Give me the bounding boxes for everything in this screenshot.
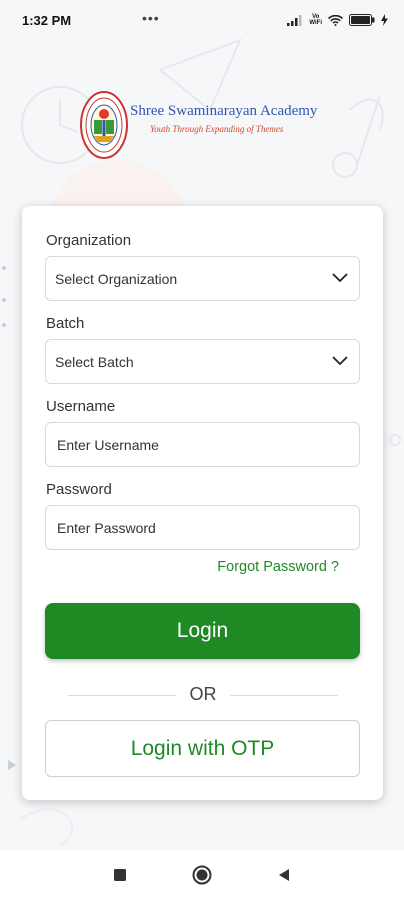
username-label: Username [46, 398, 116, 415]
divider-line-right [230, 695, 338, 696]
charging-icon [381, 14, 388, 26]
signal-icon [287, 14, 302, 26]
login-with-otp-button[interactable]: Login with OTP [45, 720, 360, 777]
password-label: Password [46, 481, 112, 498]
organization-value: Select Organization [55, 270, 178, 287]
password-placeholder: Enter Password [57, 519, 156, 536]
chevron-down-icon [332, 273, 348, 283]
login-button[interactable]: Login [45, 603, 360, 659]
academy-tagline: Youth Through Expanding of Themes [150, 124, 284, 134]
batch-label: Batch [46, 315, 85, 332]
forgot-password-link[interactable]: Forgot Password ? [217, 559, 339, 575]
organization-label: Organization [46, 232, 132, 249]
wifi-icon [328, 14, 343, 26]
status-bar: 1:32 PM ••• Vo WiFi [0, 0, 404, 40]
batch-value: Select Batch [55, 353, 134, 370]
batch-dropdown[interactable]: Select Batch [45, 339, 360, 384]
or-divider: OR [68, 684, 338, 706]
login-card: Organization Select Organization Batch S… [22, 206, 383, 800]
network-type-bottom: WiFi [309, 20, 322, 26]
square-recents-icon[interactable] [112, 867, 128, 883]
system-nav-bar [0, 850, 404, 900]
circle-home-icon[interactable] [192, 865, 212, 885]
organization-dropdown[interactable]: Select Organization [45, 256, 360, 301]
academy-name: Shree Swaminarayan Academy [130, 103, 318, 119]
chevron-down-icon [332, 356, 348, 366]
status-overflow-dots: ••• [142, 10, 160, 26]
academy-logo: Shree Swaminarayan Academy Youth Through… [80, 90, 330, 160]
academy-emblem-icon [80, 91, 128, 159]
password-input[interactable]: Enter Password [45, 505, 360, 550]
network-type: Vo WiFi [309, 14, 322, 26]
username-input[interactable]: Enter Username [45, 422, 360, 467]
battery-icon [349, 14, 375, 26]
status-time: 1:32 PM [22, 12, 72, 28]
status-icons: Vo WiFi [287, 14, 388, 26]
triangle-back-icon[interactable] [276, 867, 292, 883]
username-placeholder: Enter Username [57, 436, 159, 453]
